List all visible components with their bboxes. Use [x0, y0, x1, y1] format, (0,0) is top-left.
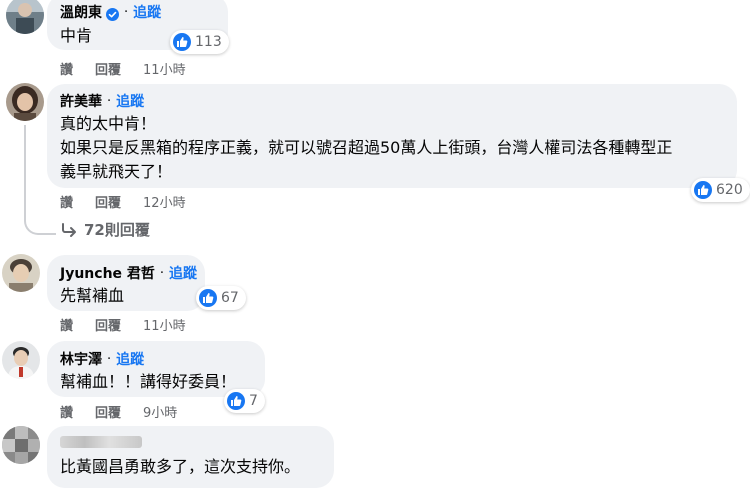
follow-button[interactable]: 追蹤 — [169, 263, 197, 283]
separator-dot: · — [159, 265, 165, 281]
like-count: 620 — [716, 182, 743, 198]
author-name[interactable]: 林宇澤 — [60, 349, 102, 369]
avatar[interactable] — [2, 426, 40, 464]
separator-dot: · — [107, 351, 112, 367]
reply-button[interactable]: 回覆 — [95, 192, 121, 211]
comment-actions: 讚 回覆 11小時 — [60, 315, 186, 334]
separator-dot: · — [124, 4, 129, 20]
redacted-author-name — [60, 436, 142, 448]
like-button[interactable]: 讚 — [60, 59, 73, 78]
reaction-count[interactable]: 113 — [170, 30, 229, 54]
like-button[interactable]: 讚 — [60, 192, 73, 211]
comment-text: 先幫補血 — [60, 286, 125, 305]
avatar[interactable] — [2, 341, 40, 379]
like-button[interactable]: 讚 — [60, 402, 73, 421]
reaction-count[interactable]: 7 — [224, 389, 265, 413]
comment-text: 真的太中肯！ 如果只是反黑箱的程序正義，就可以號召超過50萬人上街頭，台灣人權司… — [60, 114, 673, 181]
comment-actions: 讚 回覆 11小時 — [60, 59, 186, 78]
reply-arrow-icon — [60, 222, 78, 238]
reaction-count[interactable]: 67 — [196, 286, 246, 310]
comment-actions: 讚 回覆 9小時 — [60, 402, 177, 421]
avatar[interactable] — [6, 83, 44, 121]
author-name[interactable]: 溫朗東 — [60, 2, 102, 22]
reaction-count[interactable]: 620 — [691, 178, 750, 202]
follow-button[interactable]: 追蹤 — [133, 2, 161, 22]
follow-button[interactable]: 追蹤 — [116, 349, 144, 369]
reply-button[interactable]: 回覆 — [95, 315, 121, 334]
like-count: 113 — [195, 34, 222, 50]
author-name[interactable]: 許美華 — [60, 91, 102, 111]
author-name[interactable]: Jyunche 君哲 — [60, 263, 155, 283]
comment-header: 林宇澤 · 追蹤 — [60, 349, 144, 369]
comment-header: 許美華 · 追蹤 — [60, 91, 144, 111]
like-count: 67 — [221, 290, 239, 306]
comment-text: 幫補血！！講得好委員！ — [60, 372, 237, 391]
replies-count: 72則回覆 — [84, 221, 150, 239]
avatar[interactable] — [2, 254, 40, 292]
timestamp[interactable]: 11小時 — [143, 59, 186, 78]
like-thumb-icon — [694, 181, 712, 199]
comment-header: 溫朗東 · 追蹤 — [60, 2, 161, 22]
timestamp[interactable]: 12小時 — [143, 192, 186, 211]
comment-text: 中肯 — [60, 26, 93, 45]
like-button[interactable]: 讚 — [60, 315, 73, 334]
reply-button[interactable]: 回覆 — [95, 59, 121, 78]
timestamp[interactable]: 9小時 — [143, 402, 177, 421]
like-count: 7 — [249, 393, 258, 409]
like-thumb-icon — [199, 289, 217, 307]
separator-dot: · — [107, 93, 112, 109]
avatar[interactable] — [6, 0, 44, 34]
follow-button[interactable]: 追蹤 — [116, 91, 144, 111]
comment-actions: 讚 回覆 12小時 — [60, 192, 186, 211]
comment-header: Jyunche 君哲 · 追蹤 — [60, 263, 197, 283]
reply-button[interactable]: 回覆 — [95, 402, 121, 421]
comment-text: 比黃國昌勇敢多了，這次支持你。 — [60, 457, 301, 476]
verified-badge-icon — [106, 6, 119, 21]
like-thumb-icon — [173, 33, 191, 51]
view-replies-link[interactable]: 72則回覆 — [60, 219, 150, 240]
timestamp[interactable]: 11小時 — [143, 315, 186, 334]
like-thumb-icon — [227, 392, 245, 410]
